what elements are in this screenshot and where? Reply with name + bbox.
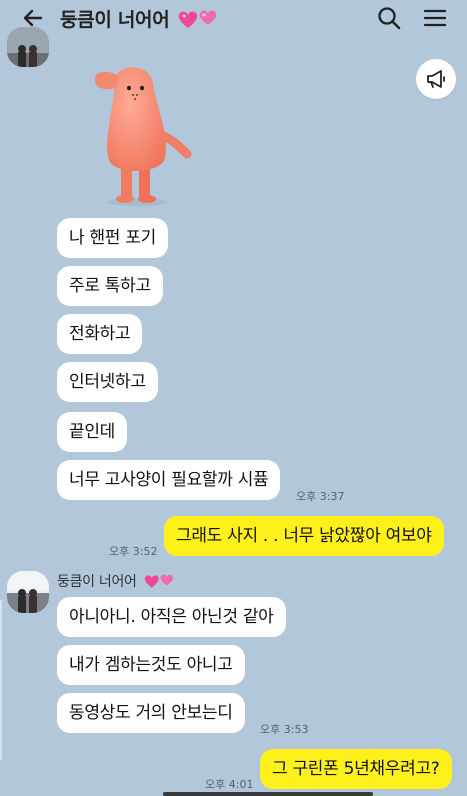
received-message-bubble[interactable]: 끝인데: [57, 412, 128, 452]
megaphone-icon: [427, 70, 445, 88]
received-message-bubble[interactable]: 전화하고: [57, 314, 143, 354]
notice-button[interactable]: [416, 59, 456, 99]
search-button[interactable]: [375, 4, 403, 32]
divider: [0, 600, 2, 760]
sender-name: 둥큼이 너어어: [57, 571, 178, 591]
search-icon: [378, 7, 401, 30]
message-timestamp: 오후 3:37: [296, 490, 345, 503]
saluting-pink-character-sticker[interactable]: [85, 62, 197, 207]
received-message-bubble[interactable]: 너무 고사양이 필요할까 시퓸: [57, 460, 281, 500]
sent-message-bubble[interactable]: 그래도 사지 . . 너무 낡았짢아 여보야: [164, 516, 444, 556]
input-area-edge: [163, 792, 373, 796]
received-message-bubble[interactable]: 주로 톡하고: [57, 266, 163, 306]
menu-button[interactable]: [421, 4, 449, 32]
message-timestamp: 오후 3:52: [109, 545, 158, 558]
received-message-bubble[interactable]: 동영상도 거의 안보는디: [57, 693, 245, 733]
chat-title-text: 둥큼이 너어어: [60, 9, 170, 31]
chat-header: 둥큼이 너어어: [0, 0, 467, 38]
avatar[interactable]: [7, 27, 49, 67]
chat-title: 둥큼이 너어어: [60, 5, 223, 32]
avatar[interactable]: [7, 571, 49, 613]
message-timestamp: 오후 4:01: [205, 778, 254, 791]
received-message-bubble[interactable]: 인터넷하고: [57, 362, 158, 402]
hearts-icon: [175, 7, 223, 31]
hearts-icon: [142, 572, 178, 590]
hamburger-menu-icon: [423, 9, 447, 27]
message-timestamp: 오후 3:53: [260, 723, 309, 736]
sender-name-text: 둥큼이 너어어: [57, 574, 137, 590]
sent-message-bubble[interactable]: 그 구린폰 5년채우려고?: [260, 749, 452, 789]
received-message-bubble[interactable]: 아니아니. 아직은 아닌것 같아: [57, 597, 286, 637]
received-message-bubble[interactable]: 내가 겜하는것도 아니고: [57, 645, 245, 685]
received-message-bubble[interactable]: 나 핸펀 포기: [57, 218, 168, 258]
